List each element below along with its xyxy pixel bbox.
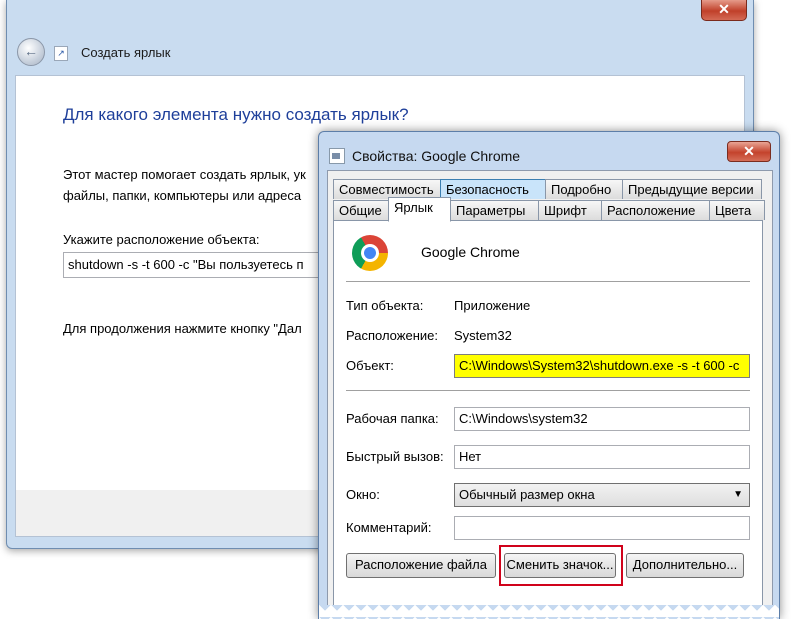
back-arrow-icon[interactable]: ← (17, 38, 45, 66)
comment-label: Комментарий: (346, 520, 432, 535)
change-icon-button[interactable]: Сменить значок... (504, 553, 616, 578)
hotkey-label: Быстрый вызов: (346, 449, 444, 464)
type-label: Тип объекта: (346, 298, 424, 313)
tab-row-2: Общие Ярлык Параметры Шрифт Расположение… (333, 197, 765, 222)
target-label: Объект: (346, 358, 394, 373)
workdir-label: Рабочая папка: (346, 411, 439, 426)
intro-line-1: Этот мастер помогает создать ярлык, ук (63, 167, 306, 182)
open-file-location-button[interactable]: Расположение файла (346, 553, 496, 578)
properties-title: Свойства: Google Chrome (352, 148, 521, 164)
wizard-heading: Для какого элемента нужно создать ярлык? (63, 105, 409, 124)
dropdown-arrow-icon: ▼ (733, 489, 743, 500)
properties-dialog: Свойства: Google Chrome ✕ Совместимость … (318, 131, 780, 619)
window-select-value: Обычный размер окна (459, 487, 595, 502)
window-label: Окно: (346, 487, 380, 502)
torn-edge (319, 605, 779, 619)
divider (346, 390, 750, 391)
tab-security[interactable]: Безопасность (440, 179, 546, 199)
tab-row-1: Совместимость Безопасность Подробно Пред… (333, 179, 762, 199)
tab-font[interactable]: Шрифт (538, 200, 602, 220)
workdir-field[interactable]: C:\Windows\system32 (454, 407, 750, 431)
continue-hint: Для продолжения нажмите кнопку "Дал (63, 321, 302, 336)
tab-options[interactable]: Параметры (450, 200, 539, 220)
tab-general[interactable]: Общие (333, 200, 389, 220)
window-select[interactable]: Обычный размер окна ▼ (454, 483, 750, 507)
comment-field[interactable] (454, 516, 750, 540)
wizard-intro-text: Этот мастер помогает создать ярлык, ук ф… (63, 164, 306, 206)
divider (346, 281, 750, 282)
tab-details[interactable]: Подробно (545, 179, 623, 199)
advanced-button[interactable]: Дополнительно... (626, 553, 744, 578)
wizard-close-button[interactable]: ✕ (701, 0, 747, 21)
wizard-title: Создать ярлык (81, 45, 171, 60)
intro-line-2: файлы, папки, компьютеры или адреса (63, 188, 302, 203)
shortcut-icon: ↗ (54, 46, 68, 61)
tab-colors[interactable]: Цвета (709, 200, 765, 220)
tab-shortcut[interactable]: Ярлык (388, 197, 451, 222)
app-name: Google Chrome (421, 244, 520, 260)
hotkey-field[interactable]: Нет (454, 445, 750, 469)
type-value: Приложение (454, 298, 531, 313)
shortcut-panel: Google Chrome Тип объекта: Приложение Ра… (333, 220, 763, 619)
tab-layout[interactable]: Расположение (601, 200, 710, 220)
tab-sheet: Совместимость Безопасность Подробно Пред… (327, 170, 773, 619)
properties-close-button[interactable]: ✕ (727, 141, 771, 162)
tab-previous-versions[interactable]: Предыдущие версии (622, 179, 762, 199)
location-value: System32 (454, 328, 512, 343)
window-icon (329, 148, 345, 164)
tab-compatibility[interactable]: Совместимость (333, 179, 441, 199)
chrome-logo-icon (352, 235, 388, 271)
target-field[interactable]: C:\Windows\System32\shutdown.exe -s -t 6… (454, 354, 750, 378)
location-label: Расположение: (346, 328, 438, 343)
location-label: Укажите расположение объекта: (63, 232, 260, 247)
